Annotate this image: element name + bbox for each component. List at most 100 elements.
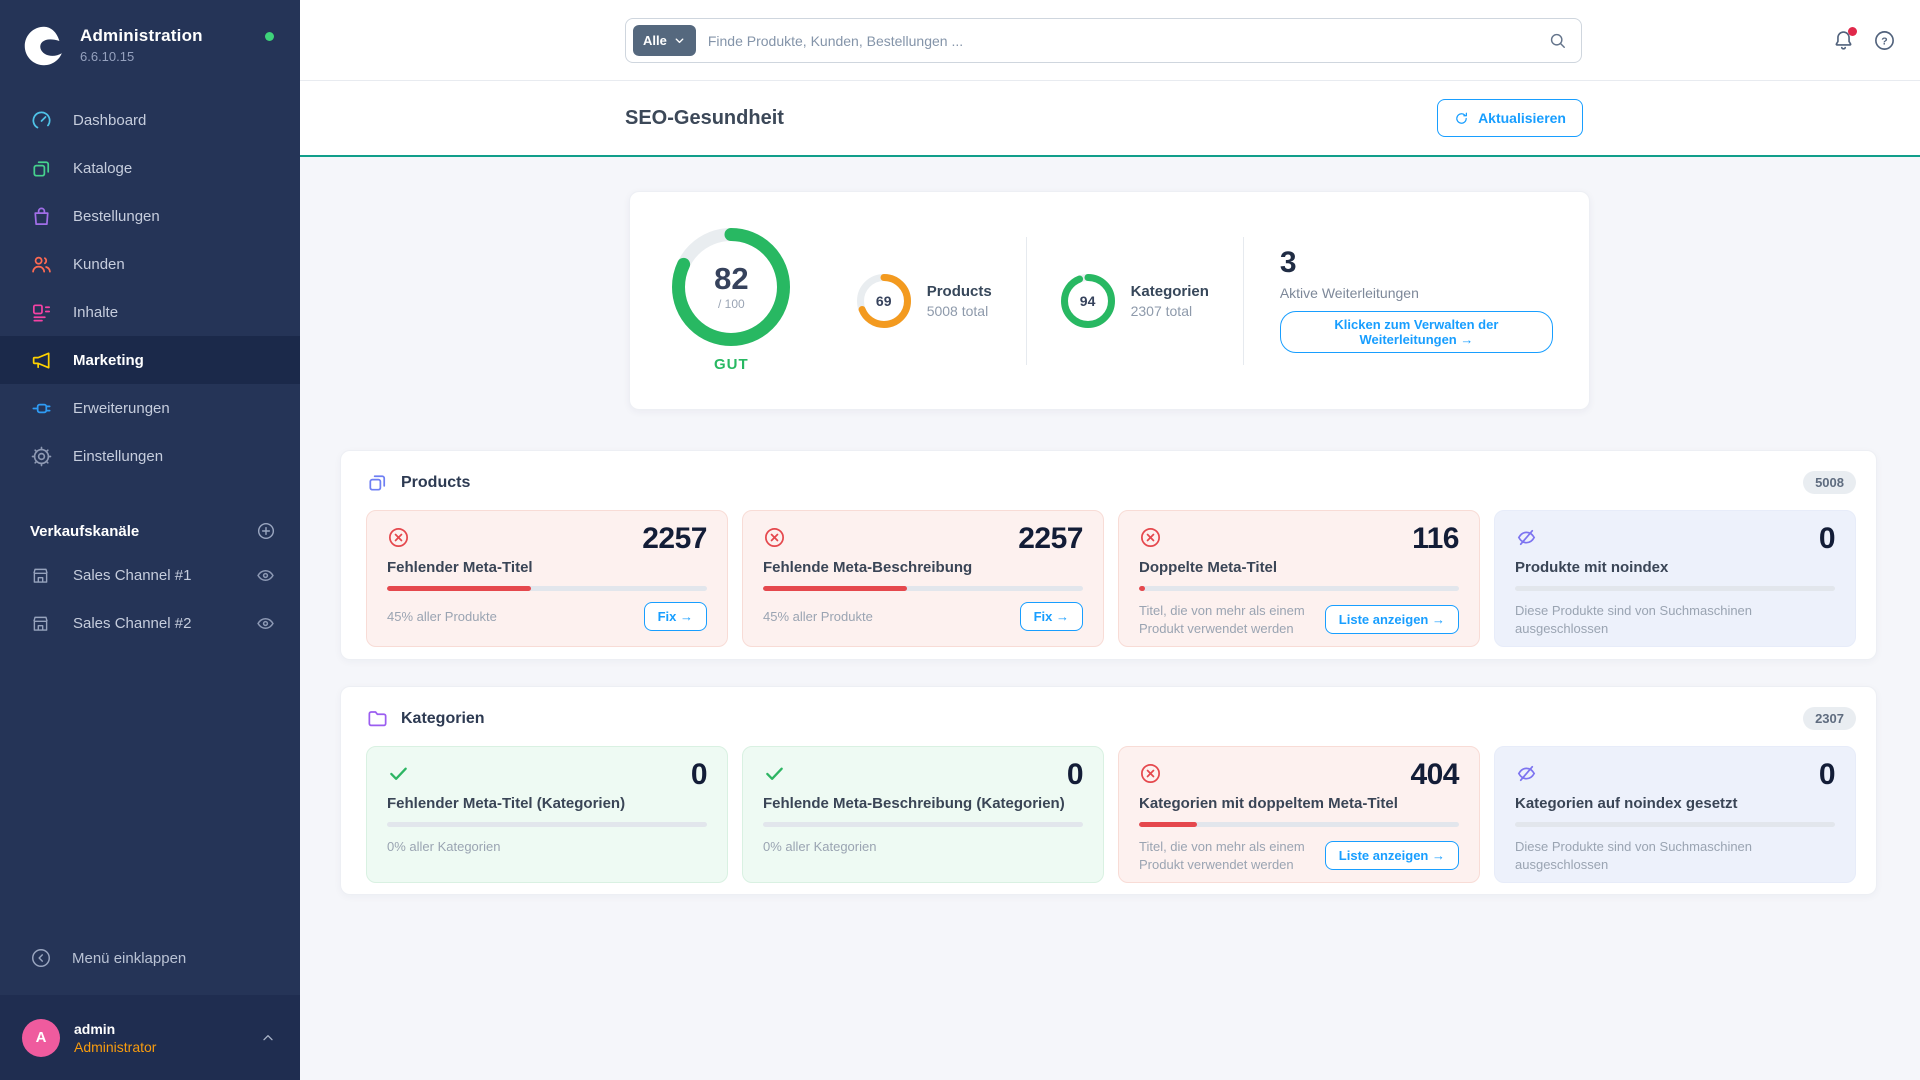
fix-button[interactable]: Fix → xyxy=(1020,602,1083,631)
app-header: Administration 6.6.10.15 xyxy=(0,0,300,78)
sidebar-item-sales-channel-1[interactable]: Sales Channel #1 xyxy=(0,551,300,599)
progress-bar xyxy=(1515,586,1835,591)
fix-button[interactable]: Fix → xyxy=(644,602,707,631)
refresh-icon xyxy=(1454,111,1469,126)
categories-folder-icon xyxy=(366,707,389,730)
products-count-badge: 5008 xyxy=(1803,471,1856,494)
sidebar-item-label: Erweiterungen xyxy=(73,400,170,417)
page-title: SEO-Gesundheit xyxy=(625,107,1437,130)
sidebar-item-label: Bestellungen xyxy=(73,208,160,225)
main-nav: Dashboard Kataloge Bestellungen Kunden I… xyxy=(0,96,300,480)
content-icon xyxy=(30,301,53,324)
sidebar-item-inhalte[interactable]: Inhalte xyxy=(0,288,300,336)
sidebar-item-label: Kataloge xyxy=(73,160,132,177)
app-title: Administration xyxy=(80,24,280,46)
chevron-up-icon xyxy=(260,1030,276,1046)
metric-title: Produkte mit noindex xyxy=(1515,559,1835,576)
error-circle-x-icon xyxy=(1139,762,1162,785)
products-gauge-label: Products xyxy=(927,283,992,300)
metric-footnote: Titel, die von mehr als einem Produkt ve… xyxy=(1139,602,1325,637)
visibility-eye-icon[interactable] xyxy=(255,613,276,634)
search-scope-dropdown[interactable]: Alle xyxy=(633,25,696,56)
sidebar-item-dashboard[interactable]: Dashboard xyxy=(0,96,300,144)
sidebar-item-label: Kunden xyxy=(73,256,125,273)
sidebar-item-kunden[interactable]: Kunden xyxy=(0,240,300,288)
refresh-button[interactable]: Aktualisieren xyxy=(1437,99,1583,137)
user-menu[interactable]: A admin Administrator xyxy=(0,995,300,1080)
show-list-button[interactable]: Liste anzeigen → xyxy=(1325,841,1459,870)
metric-card-missing-meta-description-categories: 0 Fehlende Meta-Beschreibung (Kategorien… xyxy=(742,746,1104,883)
redirects-count: 3 xyxy=(1280,248,1553,278)
storefront-icon xyxy=(30,565,51,586)
products-gauge-total: 5008 total xyxy=(927,303,992,319)
extensions-plug-icon xyxy=(30,397,53,420)
sidebar-item-marketing[interactable]: Marketing xyxy=(0,336,300,384)
svg-text:?: ? xyxy=(1881,35,1887,47)
sidebar-item-label: Einstellungen xyxy=(73,448,163,465)
manage-redirects-button[interactable]: Klicken zum Verwalten der Weiterleitunge… xyxy=(1280,311,1553,353)
metric-card-duplicate-meta-title-categories: 404 Kategorien mit doppeltem Meta-Titel … xyxy=(1118,746,1480,883)
metric-value: 0 xyxy=(786,760,1083,790)
metric-footnote: Titel, die von mehr als einem Produkt ve… xyxy=(1139,838,1325,873)
sales-channels-title: Verkaufskanäle xyxy=(30,523,256,540)
metric-footnote: 0% aller Kategorien xyxy=(387,838,707,856)
sidebar-item-sales-channel-2[interactable]: Sales Channel #2 xyxy=(0,599,300,647)
categories-count-badge: 2307 xyxy=(1803,707,1856,730)
metric-card-products-noindex: 0 Produkte mit noindex Diese Produkte si… xyxy=(1494,510,1856,647)
avatar: A xyxy=(22,1019,60,1057)
categories-section: Kategorien 2307 0 Fehlender Meta-Titel (… xyxy=(340,686,1877,895)
sidebar-item-erweiterungen[interactable]: Erweiterungen xyxy=(0,384,300,432)
check-icon xyxy=(763,762,786,785)
status-dot xyxy=(265,32,274,41)
products-score-gauge: 69 xyxy=(857,274,911,328)
metric-value: 2257 xyxy=(786,524,1083,554)
collapse-menu-label: Menü einklappen xyxy=(72,950,186,967)
sidebar-item-einstellungen[interactable]: Einstellungen xyxy=(0,432,300,480)
metric-card-categories-noindex: 0 Kategorien auf noindex gesetzt Diese P… xyxy=(1494,746,1856,883)
progress-bar xyxy=(763,822,1083,827)
show-list-button[interactable]: Liste anzeigen → xyxy=(1325,605,1459,634)
sidebar-item-kataloge[interactable]: Kataloge xyxy=(0,144,300,192)
sidebar-item-label: Dashboard xyxy=(73,112,146,129)
catalogues-icon xyxy=(30,157,53,180)
collapse-menu-button[interactable]: Menü einklappen xyxy=(0,934,300,982)
error-circle-x-icon xyxy=(387,526,410,549)
metric-footnote: 0% aller Kategorien xyxy=(763,838,1083,856)
search-input[interactable] xyxy=(708,33,1548,49)
notifications-bell-icon[interactable] xyxy=(1832,29,1855,52)
metric-value: 0 xyxy=(1538,760,1835,790)
score-value: 82 xyxy=(714,263,748,294)
content-area: 82 / 100 GUT 69 Products 5008 total 94 K… xyxy=(300,157,1920,1080)
search-icon[interactable] xyxy=(1548,31,1567,50)
sidebar-item-bestellungen[interactable]: Bestellungen xyxy=(0,192,300,240)
refresh-label: Aktualisieren xyxy=(1478,110,1566,126)
metric-title: Fehlende Meta-Beschreibung xyxy=(763,559,1083,576)
score-status: GUT xyxy=(714,356,749,373)
visibility-eye-icon[interactable] xyxy=(255,565,276,586)
metric-card-missing-meta-description: 2257 Fehlende Meta-Beschreibung 45% alle… xyxy=(742,510,1104,647)
progress-bar xyxy=(1515,822,1835,827)
metric-footnote: 45% aller Produkte xyxy=(387,608,644,626)
error-circle-x-icon xyxy=(763,526,786,549)
sales-channels-header: Verkaufskanäle xyxy=(0,516,300,546)
eye-slash-icon xyxy=(1515,762,1538,785)
chevron-down-icon xyxy=(673,34,686,47)
metric-title: Doppelte Meta-Titel xyxy=(1139,559,1459,576)
sidebar-item-label: Inhalte xyxy=(73,304,118,321)
categories-score-value: 94 xyxy=(1080,293,1096,309)
score-max: / 100 xyxy=(718,297,745,311)
sidebar: Administration 6.6.10.15 Dashboard Katal… xyxy=(0,0,300,1080)
metric-title: Fehlende Meta-Beschreibung (Kategorien) xyxy=(763,795,1083,812)
categories-section-title: Kategorien xyxy=(401,710,1803,728)
smart-bar: SEO-Gesundheit Aktualisieren xyxy=(300,81,1920,157)
app-version: 6.6.10.15 xyxy=(80,49,280,64)
check-icon xyxy=(387,762,410,785)
products-section-title: Products xyxy=(401,474,1803,492)
sales-channel-label: Sales Channel #2 xyxy=(73,615,191,632)
metric-title: Kategorien mit doppeltem Meta-Titel xyxy=(1139,795,1459,812)
products-copy-icon xyxy=(366,471,389,494)
help-icon[interactable]: ? xyxy=(1873,29,1896,52)
global-search[interactable]: Alle xyxy=(625,18,1582,63)
metric-value: 404 xyxy=(1162,760,1459,790)
add-sales-channel-icon[interactable] xyxy=(256,521,276,541)
